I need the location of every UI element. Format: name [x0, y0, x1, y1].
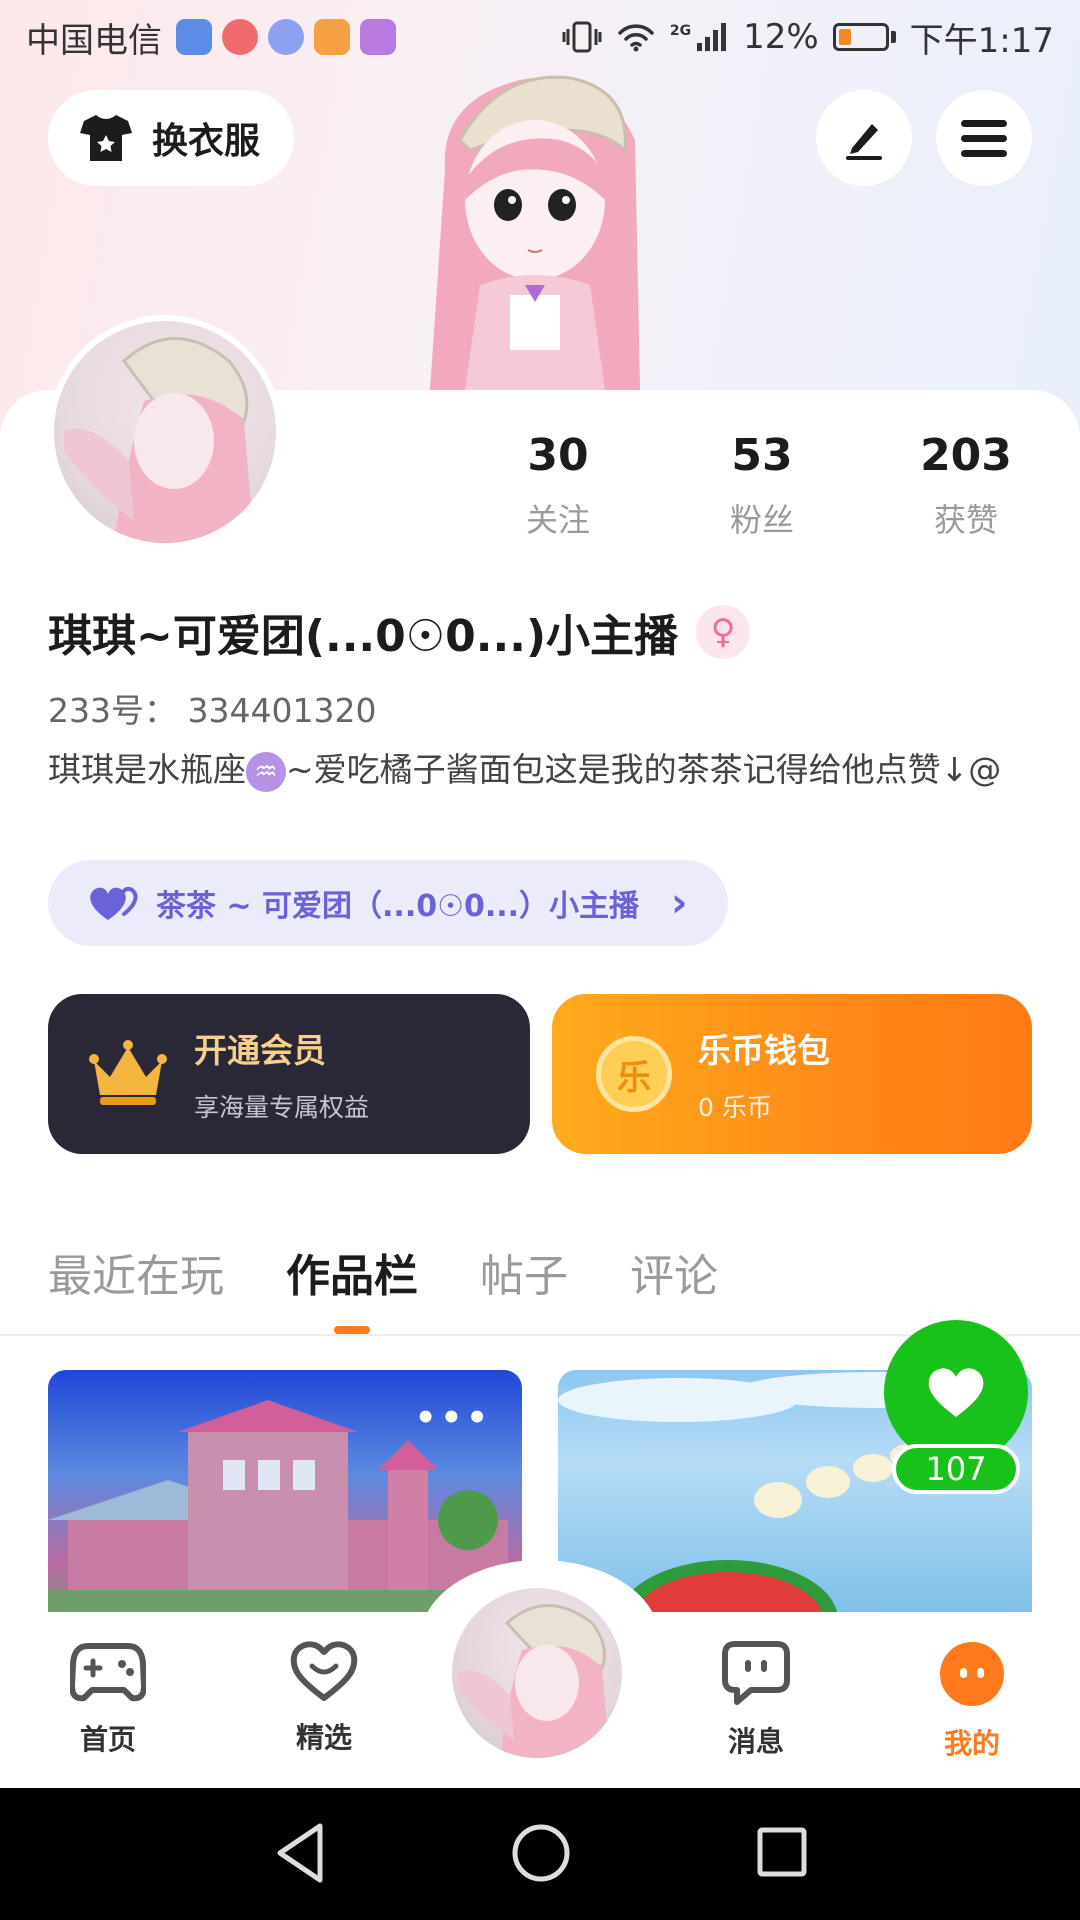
change-clothes-button[interactable]: 换衣服: [48, 90, 294, 186]
home-circle-icon[interactable]: [508, 1818, 574, 1888]
hamburger-menu-icon: [961, 120, 1007, 157]
avatar-image: [54, 321, 276, 543]
menu-button[interactable]: [936, 90, 1032, 186]
avatar-3d-character[interactable]: [400, 70, 690, 390]
nav-featured-label: 精选: [295, 1721, 352, 1754]
female-gender-icon: ♀: [696, 605, 751, 659]
double-heart-icon: [90, 886, 138, 920]
recent-apps-icon[interactable]: [752, 1818, 812, 1888]
nav-featured[interactable]: 精选: [254, 1640, 394, 1756]
tab-works[interactable]: 作品栏: [286, 1240, 418, 1334]
clock: 下午1:17: [909, 20, 1054, 61]
carrier-name: 中国电信: [26, 20, 162, 61]
nav-messages[interactable]: 消息: [686, 1640, 826, 1760]
nav-me-label: 我的: [943, 1727, 1000, 1760]
stat-following[interactable]: 30 关注: [478, 430, 638, 541]
bio-text-end: ~爱吃橘子酱面包这是我的茶茶记得给他点赞↓@: [286, 750, 1002, 789]
stat-likes[interactable]: 203 获赞: [886, 430, 1046, 541]
nav-messages-label: 消息: [727, 1725, 784, 1758]
video-app-icon: [314, 19, 350, 55]
chevron-right-icon: ›: [671, 880, 688, 926]
coin-balance: 0 乐币: [698, 1093, 772, 1122]
nav-home-label: 首页: [79, 1723, 136, 1756]
likes-label: 获赞: [933, 501, 998, 539]
vip-subtitle: 享海量专属权益: [194, 1093, 370, 1122]
vip-title: 开通会员: [194, 1031, 326, 1070]
username: 琪琪~可爱团(...0☉0...)小主播: [48, 611, 679, 662]
following-label: 关注: [525, 501, 590, 539]
back-icon[interactable]: [270, 1818, 330, 1888]
status-bar: 中国电信 2G 12% 下午1:17: [0, 0, 1080, 74]
tab-posts[interactable]: 帖子: [480, 1240, 568, 1304]
following-count: 30: [527, 430, 589, 481]
battery-tip: [890, 31, 896, 43]
battery-percent: 12%: [743, 17, 819, 57]
aquarius-icon: ♒: [246, 751, 286, 792]
stat-fans[interactable]: 53 粉丝: [682, 430, 842, 541]
gamepad-icon: [69, 1643, 147, 1702]
fans-count: 53: [731, 430, 793, 481]
content-tabs: 最近在玩 作品栏 帖子 评论: [48, 1240, 718, 1334]
center-avatar-image: [458, 1604, 610, 1758]
social-app-icon: [222, 19, 258, 55]
tshirt-icon: [80, 115, 132, 161]
battery-icon: [832, 23, 889, 51]
tab-recently-played[interactable]: 最近在玩: [48, 1240, 224, 1304]
nav-avatar-center[interactable]: [452, 1588, 622, 1758]
coin-wallet-card[interactable]: 乐 乐币钱包 0 乐币: [552, 994, 1032, 1154]
security-app-icon: [176, 19, 212, 55]
fans-label: 粉丝: [729, 501, 794, 539]
chat-icon: [722, 1641, 790, 1705]
change-clothes-label: 换衣服: [152, 121, 261, 162]
tea-partner-link[interactable]: 茶茶 ~ 可爱团（...0☉0...）小主播 ›: [48, 860, 728, 946]
coin-title: 乐币钱包: [698, 1031, 830, 1070]
username-row: 琪琪~可爱团(...0☉0...)小主播 ♀: [48, 600, 751, 664]
edit-profile-button[interactable]: [816, 90, 912, 186]
me-icon: [940, 1642, 1004, 1706]
user-id[interactable]: 233号： 334401320: [48, 684, 376, 732]
work-more-options-icon[interactable]: •••: [415, 1398, 492, 1438]
bio-text-start: 琪琪是水瓶座: [48, 750, 246, 789]
pen-icon: [846, 124, 882, 160]
crown-icon: [89, 1040, 167, 1105]
coin-icon: 乐: [596, 1036, 672, 1112]
game-app-icon: [360, 19, 396, 55]
signal-icon: [697, 23, 727, 51]
heart-outline-icon: [290, 1641, 358, 1701]
tea-partner-label: 茶茶 ~ 可爱团（...0☉0...）小主播: [156, 889, 640, 924]
like-button[interactable]: [884, 1320, 1028, 1464]
vip-membership-card[interactable]: 开通会员 享海量专属权益: [48, 994, 530, 1154]
profile-avatar[interactable]: [48, 315, 282, 549]
heart-icon: [928, 1368, 984, 1417]
music-app-icon: [268, 19, 304, 55]
network-type-label: 2G: [669, 22, 692, 39]
nav-home[interactable]: 首页: [38, 1640, 178, 1758]
nav-me[interactable]: 我的: [902, 1640, 1042, 1762]
user-bio: 琪琪是水瓶座 ♒ ~爱吃橘子酱面包这是我的茶茶记得给他点赞↓@: [48, 748, 1028, 792]
wifi-icon: [618, 24, 654, 52]
vibrate-icon: [562, 21, 602, 53]
tab-comments[interactable]: 评论: [630, 1240, 718, 1304]
likes-count: 203: [920, 430, 1012, 481]
like-count: 107: [892, 1444, 1020, 1494]
